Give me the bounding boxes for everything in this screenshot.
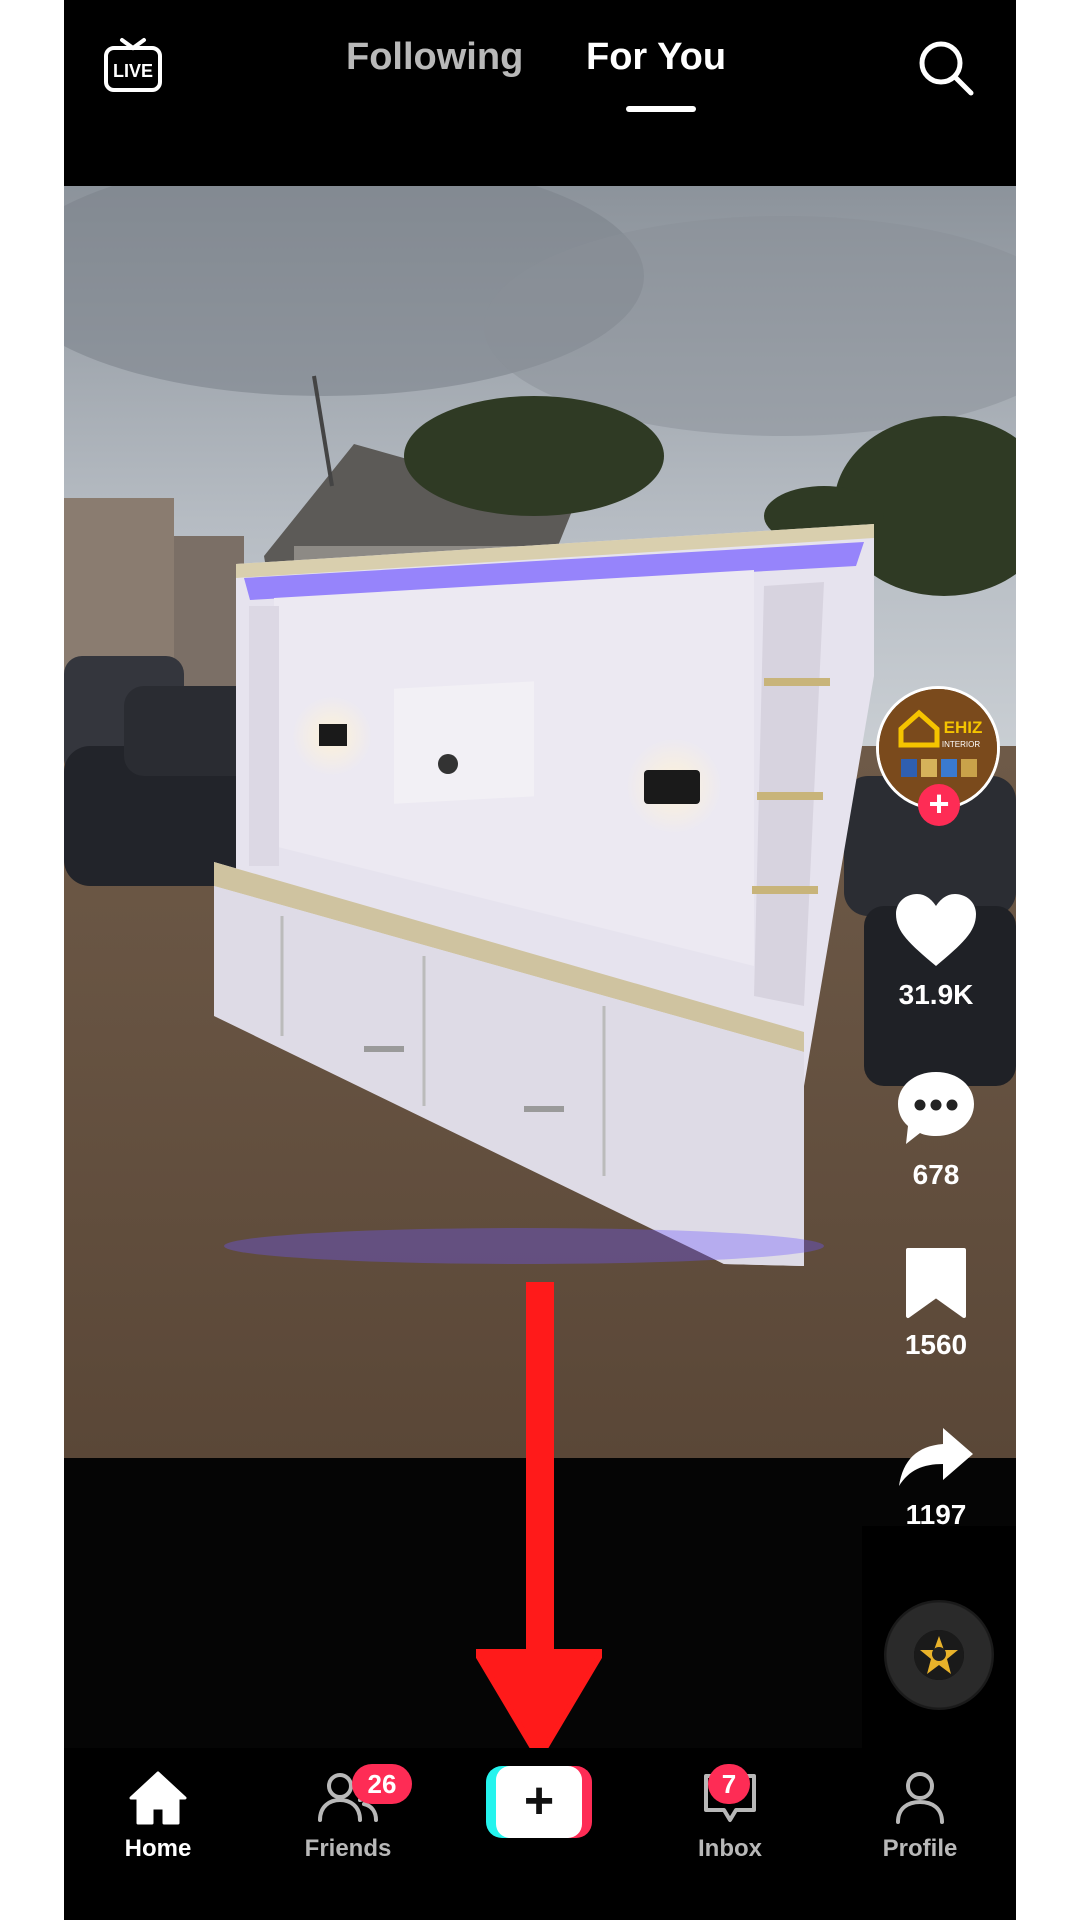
comment-icon <box>898 1072 974 1144</box>
create-button[interactable]: + <box>486 1766 592 1838</box>
nav-friends[interactable]: Friends 26 <box>268 1764 428 1863</box>
bookmark-icon <box>906 1248 966 1318</box>
follow-button[interactable]: + <box>918 784 960 826</box>
active-tab-indicator <box>626 106 696 112</box>
nav-profile-label: Profile <box>882 1835 958 1862</box>
share-button[interactable]: 1197 <box>874 1424 998 1531</box>
friends-badge: 26 <box>352 1764 412 1804</box>
like-button[interactable]: 31.9K <box>874 892 998 1011</box>
share-icon <box>899 1428 973 1486</box>
phone-screen: LIVE Following For You EHIZ INTERIOR + 3… <box>64 0 1016 1920</box>
comment-count: 678 <box>912 1159 960 1190</box>
home-icon <box>129 1771 187 1825</box>
comment-button[interactable]: 678 <box>874 1068 998 1191</box>
tab-following[interactable]: Following <box>346 36 523 79</box>
nav-inbox-label: Inbox <box>698 1835 762 1862</box>
like-count: 31.9K <box>898 979 974 1010</box>
heart-icon <box>896 894 976 966</box>
bottom-navigation: Home Friends 26 + Inbox 7 Profile <box>64 1748 1016 1920</box>
nav-friends-label: Friends <box>304 1835 392 1862</box>
profile-icon <box>896 1772 944 1824</box>
nav-inbox[interactable]: Inbox 7 <box>650 1764 810 1863</box>
nav-home[interactable]: Home <box>78 1770 238 1863</box>
nav-home-label: Home <box>124 1835 192 1862</box>
svg-text:LIVE: LIVE <box>113 61 153 81</box>
bookmark-button[interactable]: 1560 <box>874 1246 998 1361</box>
top-bar: LIVE Following For You <box>64 0 1016 186</box>
live-icon[interactable]: LIVE <box>102 34 164 96</box>
inbox-badge: 7 <box>708 1764 750 1804</box>
svg-text:INTERIOR: INTERIOR <box>942 740 980 749</box>
music-cover <box>914 1630 964 1680</box>
creator-avatar-button[interactable]: EHIZ INTERIOR + <box>876 686 1000 826</box>
create-icon: + <box>496 1766 582 1838</box>
share-count: 1197 <box>905 1499 967 1530</box>
bookmark-count: 1560 <box>904 1329 968 1360</box>
nav-profile[interactable]: Profile <box>840 1770 1000 1863</box>
annotation-arrow <box>476 1282 602 1758</box>
svg-text:EHIZ: EHIZ <box>944 718 983 737</box>
search-icon[interactable] <box>916 38 976 98</box>
music-disc-button[interactable] <box>884 1600 994 1710</box>
tab-for-you[interactable]: For You <box>586 36 726 79</box>
